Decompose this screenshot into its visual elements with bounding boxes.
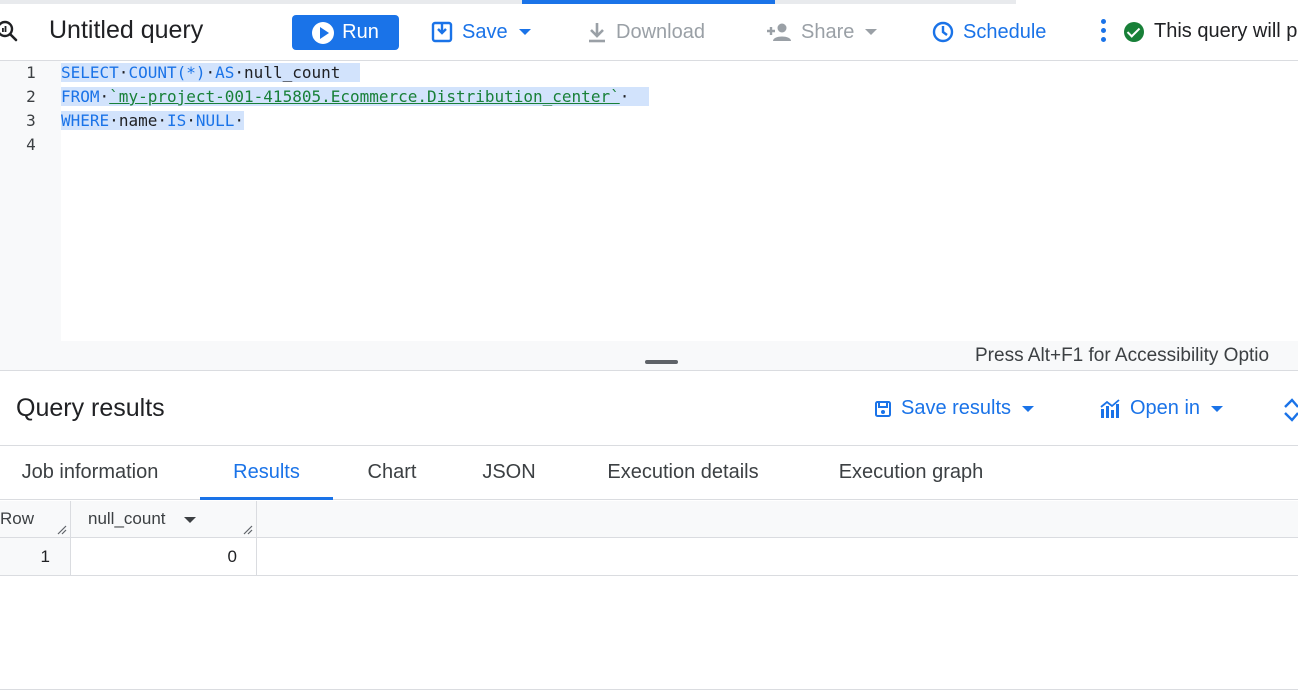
chevron-down-icon — [1211, 405, 1224, 412]
chevron-down-icon — [865, 29, 878, 35]
editor-tab-strip — [0, 0, 1016, 4]
download-button[interactable]: Download — [587, 16, 705, 48]
floppy-disk-icon — [875, 400, 891, 417]
sql-keyword: IS — [166, 111, 187, 130]
accessibility-hint: Press Alt+F1 for Accessibility Optio — [975, 345, 1270, 366]
sql-identifier: name — [118, 111, 158, 130]
query-title[interactable]: Untitled query — [49, 16, 203, 45]
status-text: This query will p — [1154, 20, 1298, 42]
sql-keyword: NULL — [195, 111, 235, 130]
schedule-button[interactable]: Schedule — [932, 16, 1046, 48]
sql-keyword: WHERE — [61, 111, 110, 130]
chevron-down-icon — [1022, 405, 1035, 412]
column-header-label: Row — [0, 509, 35, 528]
query-toolbar: Untitled query Run Save Download Share S… — [0, 0, 1298, 61]
download-icon — [589, 23, 605, 43]
sql-identifier: null_count — [244, 63, 341, 82]
run-label: Run — [342, 21, 379, 43]
save-icon — [431, 21, 453, 43]
results-title: Query results — [16, 394, 165, 422]
editor-status-bar: Press Alt+F1 for Accessibility Optio — [0, 341, 1298, 371]
divider — [0, 689, 1298, 690]
code-line[interactable]: FROM·`my-project-001-415805.Ecommerce.Di… — [61, 86, 649, 108]
tab-execution-details[interactable]: Execution details — [583, 446, 783, 500]
results-tab-bar: Job information Results Chart JSON Execu… — [0, 446, 1298, 500]
sort-dropdown-icon[interactable] — [184, 516, 197, 523]
tab-results[interactable]: Results — [200, 446, 333, 500]
column-header-row: Row — [0, 501, 71, 538]
save-label: Save — [462, 20, 508, 43]
run-button[interactable]: Run — [292, 15, 399, 50]
active-tab-indicator — [522, 0, 775, 4]
code-line[interactable]: SELECT·COUNT(*)·AS·null_count — [61, 62, 360, 84]
column-resize-icon[interactable] — [243, 525, 253, 535]
line-number-gutter: 1 2 3 4 — [0, 61, 61, 341]
line-number: 2 — [26, 87, 36, 106]
line-number: 1 — [26, 63, 36, 82]
sql-function: COUNT(*) — [128, 63, 206, 82]
schedule-label: Schedule — [963, 20, 1047, 43]
tab-json[interactable]: JSON — [467, 446, 551, 500]
open-in-button[interactable]: Open in — [1099, 397, 1224, 420]
add-person-icon — [767, 23, 791, 41]
play-icon — [312, 21, 335, 44]
panel-resize-handle[interactable] — [645, 360, 678, 364]
table-header-row: Row null_count — [0, 501, 1298, 538]
chart-icon — [1100, 398, 1120, 418]
expand-collapse-icon[interactable] — [1283, 397, 1298, 423]
query-validation-status: This query will p — [1124, 20, 1297, 43]
null-count-cell[interactable]: 0 — [71, 538, 257, 575]
query-icon — [0, 20, 18, 42]
column-header-null-count[interactable]: null_count — [71, 501, 257, 538]
save-results-label: Save results — [901, 397, 1012, 419]
sql-keyword: AS — [215, 63, 235, 82]
query-results-header: Query results Save results Open in — [0, 372, 1298, 446]
sql-keyword: FROM — [61, 87, 100, 106]
clock-icon — [932, 21, 954, 43]
save-results-button[interactable]: Save results — [874, 397, 1035, 420]
sql-table-reference[interactable]: `my-project-001-415805.Ecommerce.Distrib… — [109, 87, 620, 106]
download-label: Download — [616, 20, 705, 43]
more-options-icon[interactable] — [1097, 19, 1109, 47]
sql-editor[interactable]: 1 2 3 4 SELECT·COUNT(*)·AS·null_count FR… — [0, 61, 1298, 341]
row-number-cell: 1 — [0, 538, 71, 575]
table-row: 1 0 — [0, 538, 1298, 576]
tab-execution-graph[interactable]: Execution graph — [815, 446, 1007, 500]
share-button[interactable]: Share — [766, 16, 878, 48]
sql-keyword: SELECT — [61, 63, 119, 82]
line-number: 3 — [26, 111, 36, 130]
chevron-down-icon — [518, 29, 531, 35]
tab-chart[interactable]: Chart — [350, 446, 434, 500]
code-line[interactable]: WHERE·name·IS·NULL· — [61, 110, 245, 132]
tab-strip-track — [0, 0, 1016, 4]
tab-job-information[interactable]: Job information — [0, 446, 180, 500]
column-resize-icon[interactable] — [57, 525, 67, 535]
check-circle-icon — [1124, 21, 1144, 42]
open-in-label: Open in — [1130, 397, 1201, 419]
column-header-label: null_count — [88, 509, 166, 528]
line-number: 4 — [26, 135, 36, 154]
save-button[interactable]: Save — [431, 16, 531, 48]
share-label: Share — [801, 20, 855, 43]
